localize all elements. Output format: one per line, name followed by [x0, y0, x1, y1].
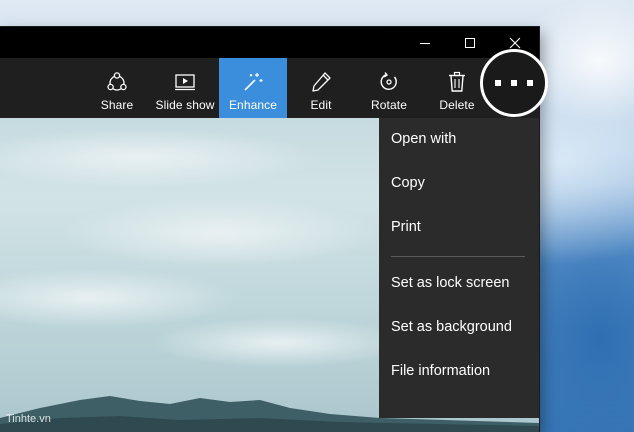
- menu-item-label: Print: [391, 219, 421, 235]
- delete-label: Delete: [439, 98, 475, 112]
- slideshow-label: Slide show: [155, 98, 215, 112]
- pencil-icon: [312, 72, 331, 92]
- close-icon: [509, 37, 521, 48]
- slideshow-icon: [175, 74, 195, 91]
- app-toolbar: Share Slide show Enhance Edit Rotate Del…: [0, 58, 539, 118]
- trash-icon: [449, 71, 465, 92]
- share-button[interactable]: Share: [90, 58, 144, 118]
- menu-item-open-with[interactable]: Open with: [379, 118, 539, 162]
- enhance-label: Enhance: [228, 98, 278, 112]
- watermark: Tinhte.vn: [6, 413, 51, 425]
- menu-item-label: Set as lock screen: [391, 275, 510, 291]
- edit-label: Edit: [310, 98, 332, 112]
- rotate-label: Rotate: [371, 98, 407, 112]
- slideshow-button[interactable]: Slide show: [151, 58, 219, 118]
- rotate-icon: [380, 72, 397, 90]
- minimize-button[interactable]: [402, 27, 448, 58]
- menu-item-file-information[interactable]: File information: [379, 350, 539, 394]
- menu-item-set-lock-screen[interactable]: Set as lock screen: [379, 262, 539, 306]
- edit-button[interactable]: Edit: [300, 58, 342, 118]
- menu-item-label: Copy: [391, 175, 425, 191]
- maximize-button[interactable]: [447, 27, 493, 58]
- menu-separator: [391, 256, 525, 257]
- more-ellipsis-icon: [495, 80, 533, 86]
- delete-button[interactable]: Delete: [436, 58, 478, 118]
- more-options-menu: Open with Copy Print Set as lock screen …: [379, 118, 539, 418]
- share-label: Share: [100, 98, 134, 112]
- menu-item-label: Open with: [391, 131, 457, 147]
- rotate-button[interactable]: Rotate: [364, 58, 414, 118]
- maximize-icon: [465, 37, 475, 48]
- menu-item-label: File information: [391, 363, 491, 379]
- more-options-button[interactable]: [480, 49, 548, 117]
- minimize-icon: [420, 42, 430, 44]
- enhance-button[interactable]: Enhance: [219, 58, 287, 118]
- title-bar: [0, 27, 539, 58]
- menu-item-set-background[interactable]: Set as background: [379, 306, 539, 350]
- menu-item-print[interactable]: Print: [379, 206, 539, 250]
- menu-item-copy[interactable]: Copy: [379, 162, 539, 206]
- share-icon: [107, 72, 127, 91]
- magic-wand-icon: [244, 73, 263, 91]
- menu-item-label: Set as background: [391, 319, 512, 335]
